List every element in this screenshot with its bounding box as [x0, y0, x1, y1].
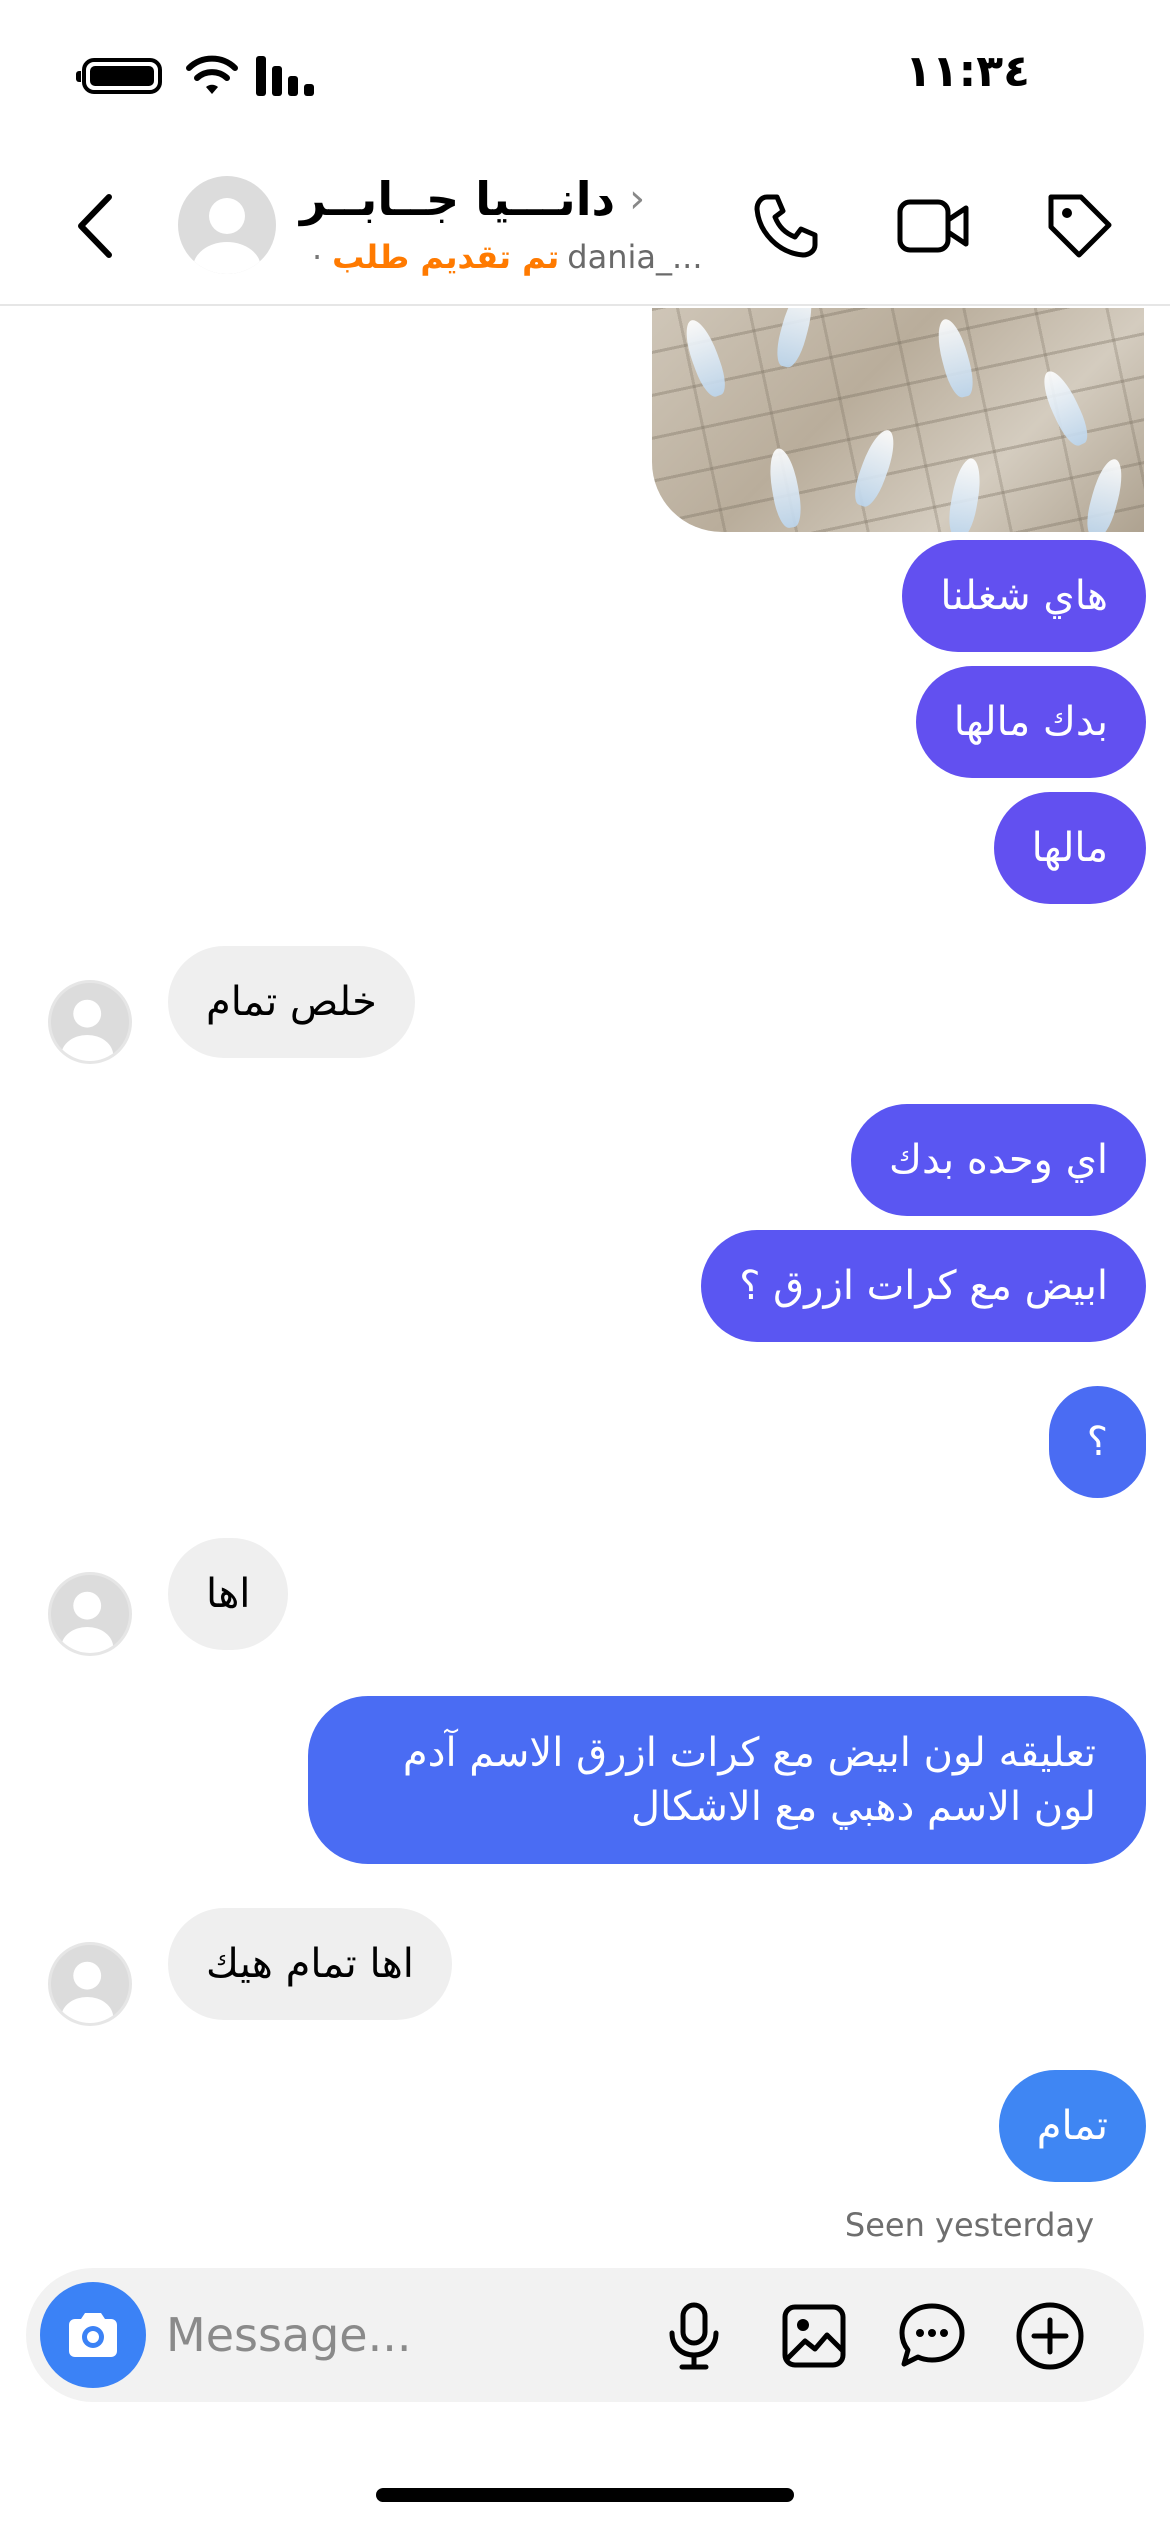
default-avatar-icon	[61, 1591, 114, 1653]
video-camera-icon	[897, 199, 969, 253]
status-bar: ١١:٣٤	[0, 0, 1170, 150]
status-time: ١١:٣٤	[904, 46, 1030, 97]
seen-receipt: Seen yesterday	[844, 2206, 1094, 2244]
voice-message-button[interactable]	[656, 2298, 732, 2374]
microphone-icon	[669, 2302, 719, 2370]
message-input[interactable]	[166, 2298, 646, 2372]
sent-message-bubble[interactable]: اي وحده بدك	[851, 1104, 1146, 1216]
camera-button[interactable]	[40, 2282, 146, 2388]
thread-header: دانـــيا جــابــر › · تم تقديم طلب dania_.…	[0, 150, 1170, 306]
call-button[interactable]	[748, 188, 824, 264]
feather-decoration	[1082, 455, 1128, 532]
feather-decoration	[849, 425, 901, 511]
sender-avatar[interactable]	[48, 980, 132, 1064]
received-message-bubble[interactable]: خلص تمام	[168, 946, 415, 1058]
sent-message-bubble[interactable]: تمام	[998, 2070, 1146, 2182]
tag-icon	[1048, 194, 1112, 258]
cellular-signal-icon	[256, 56, 314, 96]
camera-icon	[69, 2313, 117, 2357]
feather-decoration	[772, 308, 818, 371]
contact-handle: dania_...	[567, 238, 703, 276]
chevron-left-icon	[78, 194, 112, 258]
video-call-button[interactable]	[896, 188, 972, 264]
message-composer	[26, 2268, 1144, 2402]
default-avatar-icon	[61, 999, 114, 1061]
feather-decoration	[932, 315, 978, 401]
received-message-bubble[interactable]: اها	[168, 1538, 289, 1650]
sticker-button[interactable]	[894, 2298, 970, 2374]
image-icon	[782, 2304, 846, 2368]
default-avatar-icon	[61, 1961, 114, 2023]
default-avatar-icon	[193, 198, 261, 274]
contact-subtitle: · تم تقديم طلب dania_...	[312, 238, 703, 276]
sent-message-bubble[interactable]: هاي شغلنا	[902, 540, 1146, 652]
label-button[interactable]	[1042, 188, 1118, 264]
feather-decoration	[1036, 366, 1094, 450]
received-message-bubble[interactable]: اها تمام هيك	[168, 1908, 452, 2020]
dm-thread-screen: ١١:٣٤ دانـــيا جــابــر › · تم تقديم طلب d…	[0, 0, 1170, 2532]
sent-message-bubble[interactable]: بدك مالها	[915, 666, 1146, 778]
contact-name-row[interactable]: دانـــيا جــابــر ›	[300, 172, 645, 226]
message-list[interactable]: هاي شغلنا بدك مالها مالها خلص تمام اي وح…	[0, 308, 1170, 2268]
home-indicator[interactable]	[376, 2488, 794, 2502]
feather-decoration	[679, 315, 731, 401]
sent-message-bubble[interactable]: ؟	[1048, 1386, 1146, 1498]
separator-dot: ·	[312, 238, 323, 276]
feather-decoration	[945, 456, 985, 532]
contact-avatar[interactable]	[178, 176, 276, 274]
contact-name: دانـــيا جــابــر	[300, 172, 616, 226]
plus-circle-icon	[1016, 2302, 1084, 2370]
wifi-icon	[186, 55, 238, 94]
chat-bubble-icon	[899, 2303, 965, 2367]
request-status: تم تقديم طلب	[332, 238, 560, 276]
battery-icon	[76, 58, 162, 94]
sent-message-bubble[interactable]: مالها	[993, 792, 1146, 904]
more-options-button[interactable]	[1012, 2298, 1088, 2374]
back-button[interactable]	[60, 188, 130, 264]
feather-decoration	[765, 446, 805, 530]
sent-photo[interactable]	[652, 308, 1144, 532]
sender-avatar[interactable]	[48, 1942, 132, 2026]
sent-message-bubble[interactable]: ابيض مع كرات ازرق ؟	[701, 1230, 1146, 1342]
chevron-right-icon: ›	[629, 176, 646, 222]
phone-icon	[754, 194, 818, 258]
sender-avatar[interactable]	[48, 1572, 132, 1656]
gallery-button[interactable]	[776, 2298, 852, 2374]
sent-message-bubble[interactable]: تعليقه لون ابيض مع كرات ازرق الاسم آدم ل…	[308, 1696, 1146, 1864]
